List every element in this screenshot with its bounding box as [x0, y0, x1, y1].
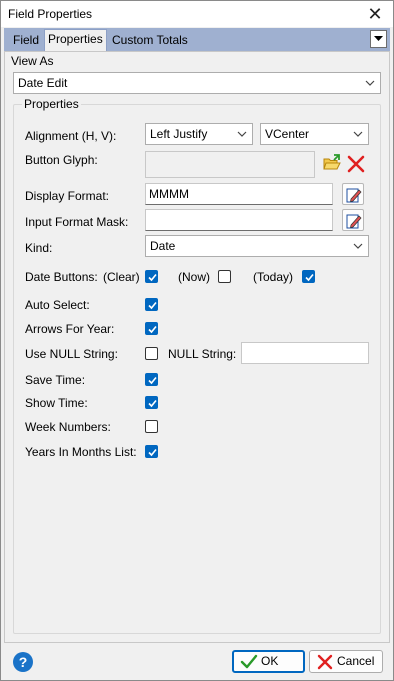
display-format-edit-button[interactable]	[342, 183, 364, 205]
kind-label: Kind:	[25, 241, 53, 255]
display-format-value: MMMM	[149, 187, 189, 201]
tab-field[interactable]: Field	[10, 31, 42, 51]
tab-dropdown-button[interactable]	[370, 30, 387, 48]
show-time-label: Show Time:	[25, 396, 88, 410]
tab-strip: Field Properties Custom Totals	[4, 28, 390, 51]
date-button-clear-label: (Clear)	[103, 270, 140, 284]
kind-value: Date	[150, 239, 176, 253]
alignment-vertical-value: VCenter	[265, 127, 310, 141]
auto-select-label: Auto Select:	[25, 298, 90, 312]
clear-x-icon[interactable]	[346, 154, 366, 174]
input-format-mask-label: Input Format Mask:	[25, 215, 129, 229]
alignment-horizontal-value: Left Justify	[150, 127, 208, 141]
cancel-x-icon	[317, 654, 333, 670]
use-null-string-checkbox[interactable]	[145, 347, 158, 360]
view-as-select[interactable]: Date Edit	[13, 72, 381, 94]
open-folder-icon[interactable]	[322, 153, 342, 173]
alignment-horizontal-select[interactable]: Left Justify	[145, 123, 253, 145]
use-null-string-label: Use NULL String:	[25, 347, 118, 361]
week-numbers-checkbox[interactable]	[145, 420, 158, 433]
date-button-today-checkbox[interactable]	[302, 270, 315, 283]
alignment-label: Alignment (H, V):	[25, 129, 117, 143]
date-buttons-label: Date Buttons:	[25, 270, 98, 284]
arrows-for-year-label: Arrows For Year:	[25, 322, 115, 336]
save-time-checkbox[interactable]	[145, 373, 158, 386]
ok-button[interactable]: OK	[232, 650, 305, 673]
week-numbers-label: Week Numbers:	[25, 420, 111, 434]
chevron-down-icon	[365, 73, 375, 93]
window-title: Field Properties	[8, 7, 93, 21]
view-as-label: View As	[11, 54, 54, 68]
tab-properties[interactable]: Properties	[44, 29, 107, 51]
edit-pencil-icon	[346, 188, 362, 203]
input-format-mask-edit-button[interactable]	[342, 209, 364, 231]
checkmark-icon	[240, 654, 258, 669]
display-format-input[interactable]: MMMM	[145, 183, 333, 205]
date-button-now-label: (Now)	[178, 270, 210, 284]
auto-select-checkbox[interactable]	[145, 298, 158, 311]
null-string-input[interactable]	[241, 342, 369, 364]
chevron-down-icon	[237, 124, 247, 144]
years-in-months-list-label: Years In Months List:	[25, 445, 137, 459]
view-as-value: Date Edit	[18, 76, 68, 90]
kind-select[interactable]: Date	[145, 235, 369, 257]
properties-group-legend: Properties	[22, 97, 81, 111]
date-button-today-label: (Today)	[253, 270, 294, 284]
button-glyph-field	[145, 151, 315, 178]
date-button-clear-checkbox[interactable]	[145, 270, 158, 283]
help-icon[interactable]: ?	[13, 652, 33, 672]
properties-panel: View As Date Edit Properties Alignment (…	[4, 51, 390, 643]
input-format-mask-input[interactable]	[145, 209, 333, 231]
chevron-down-icon	[353, 236, 363, 256]
field-properties-dialog: Field Properties ✕ Field Properties Cust…	[0, 0, 394, 681]
close-icon[interactable]: ✕	[365, 4, 385, 24]
chevron-down-icon	[374, 36, 383, 41]
button-glyph-label: Button Glyph:	[25, 153, 98, 167]
ok-button-label: OK	[261, 654, 279, 668]
edit-pencil-icon	[346, 214, 362, 229]
title-bar: Field Properties ✕	[1, 1, 393, 27]
alignment-vertical-select[interactable]: VCenter	[260, 123, 369, 145]
date-button-now-checkbox[interactable]	[218, 270, 231, 283]
display-format-label: Display Format:	[25, 189, 110, 203]
tab-custom-totals[interactable]: Custom Totals	[109, 31, 191, 51]
save-time-label: Save Time:	[25, 373, 86, 387]
cancel-button-label: Cancel	[337, 654, 375, 668]
cancel-button[interactable]: Cancel	[309, 650, 383, 673]
show-time-checkbox[interactable]	[145, 396, 158, 409]
years-in-months-list-checkbox[interactable]	[145, 445, 158, 458]
null-string-label: NULL String:	[168, 347, 237, 361]
chevron-down-icon	[353, 124, 363, 144]
arrows-for-year-checkbox[interactable]	[145, 322, 158, 335]
